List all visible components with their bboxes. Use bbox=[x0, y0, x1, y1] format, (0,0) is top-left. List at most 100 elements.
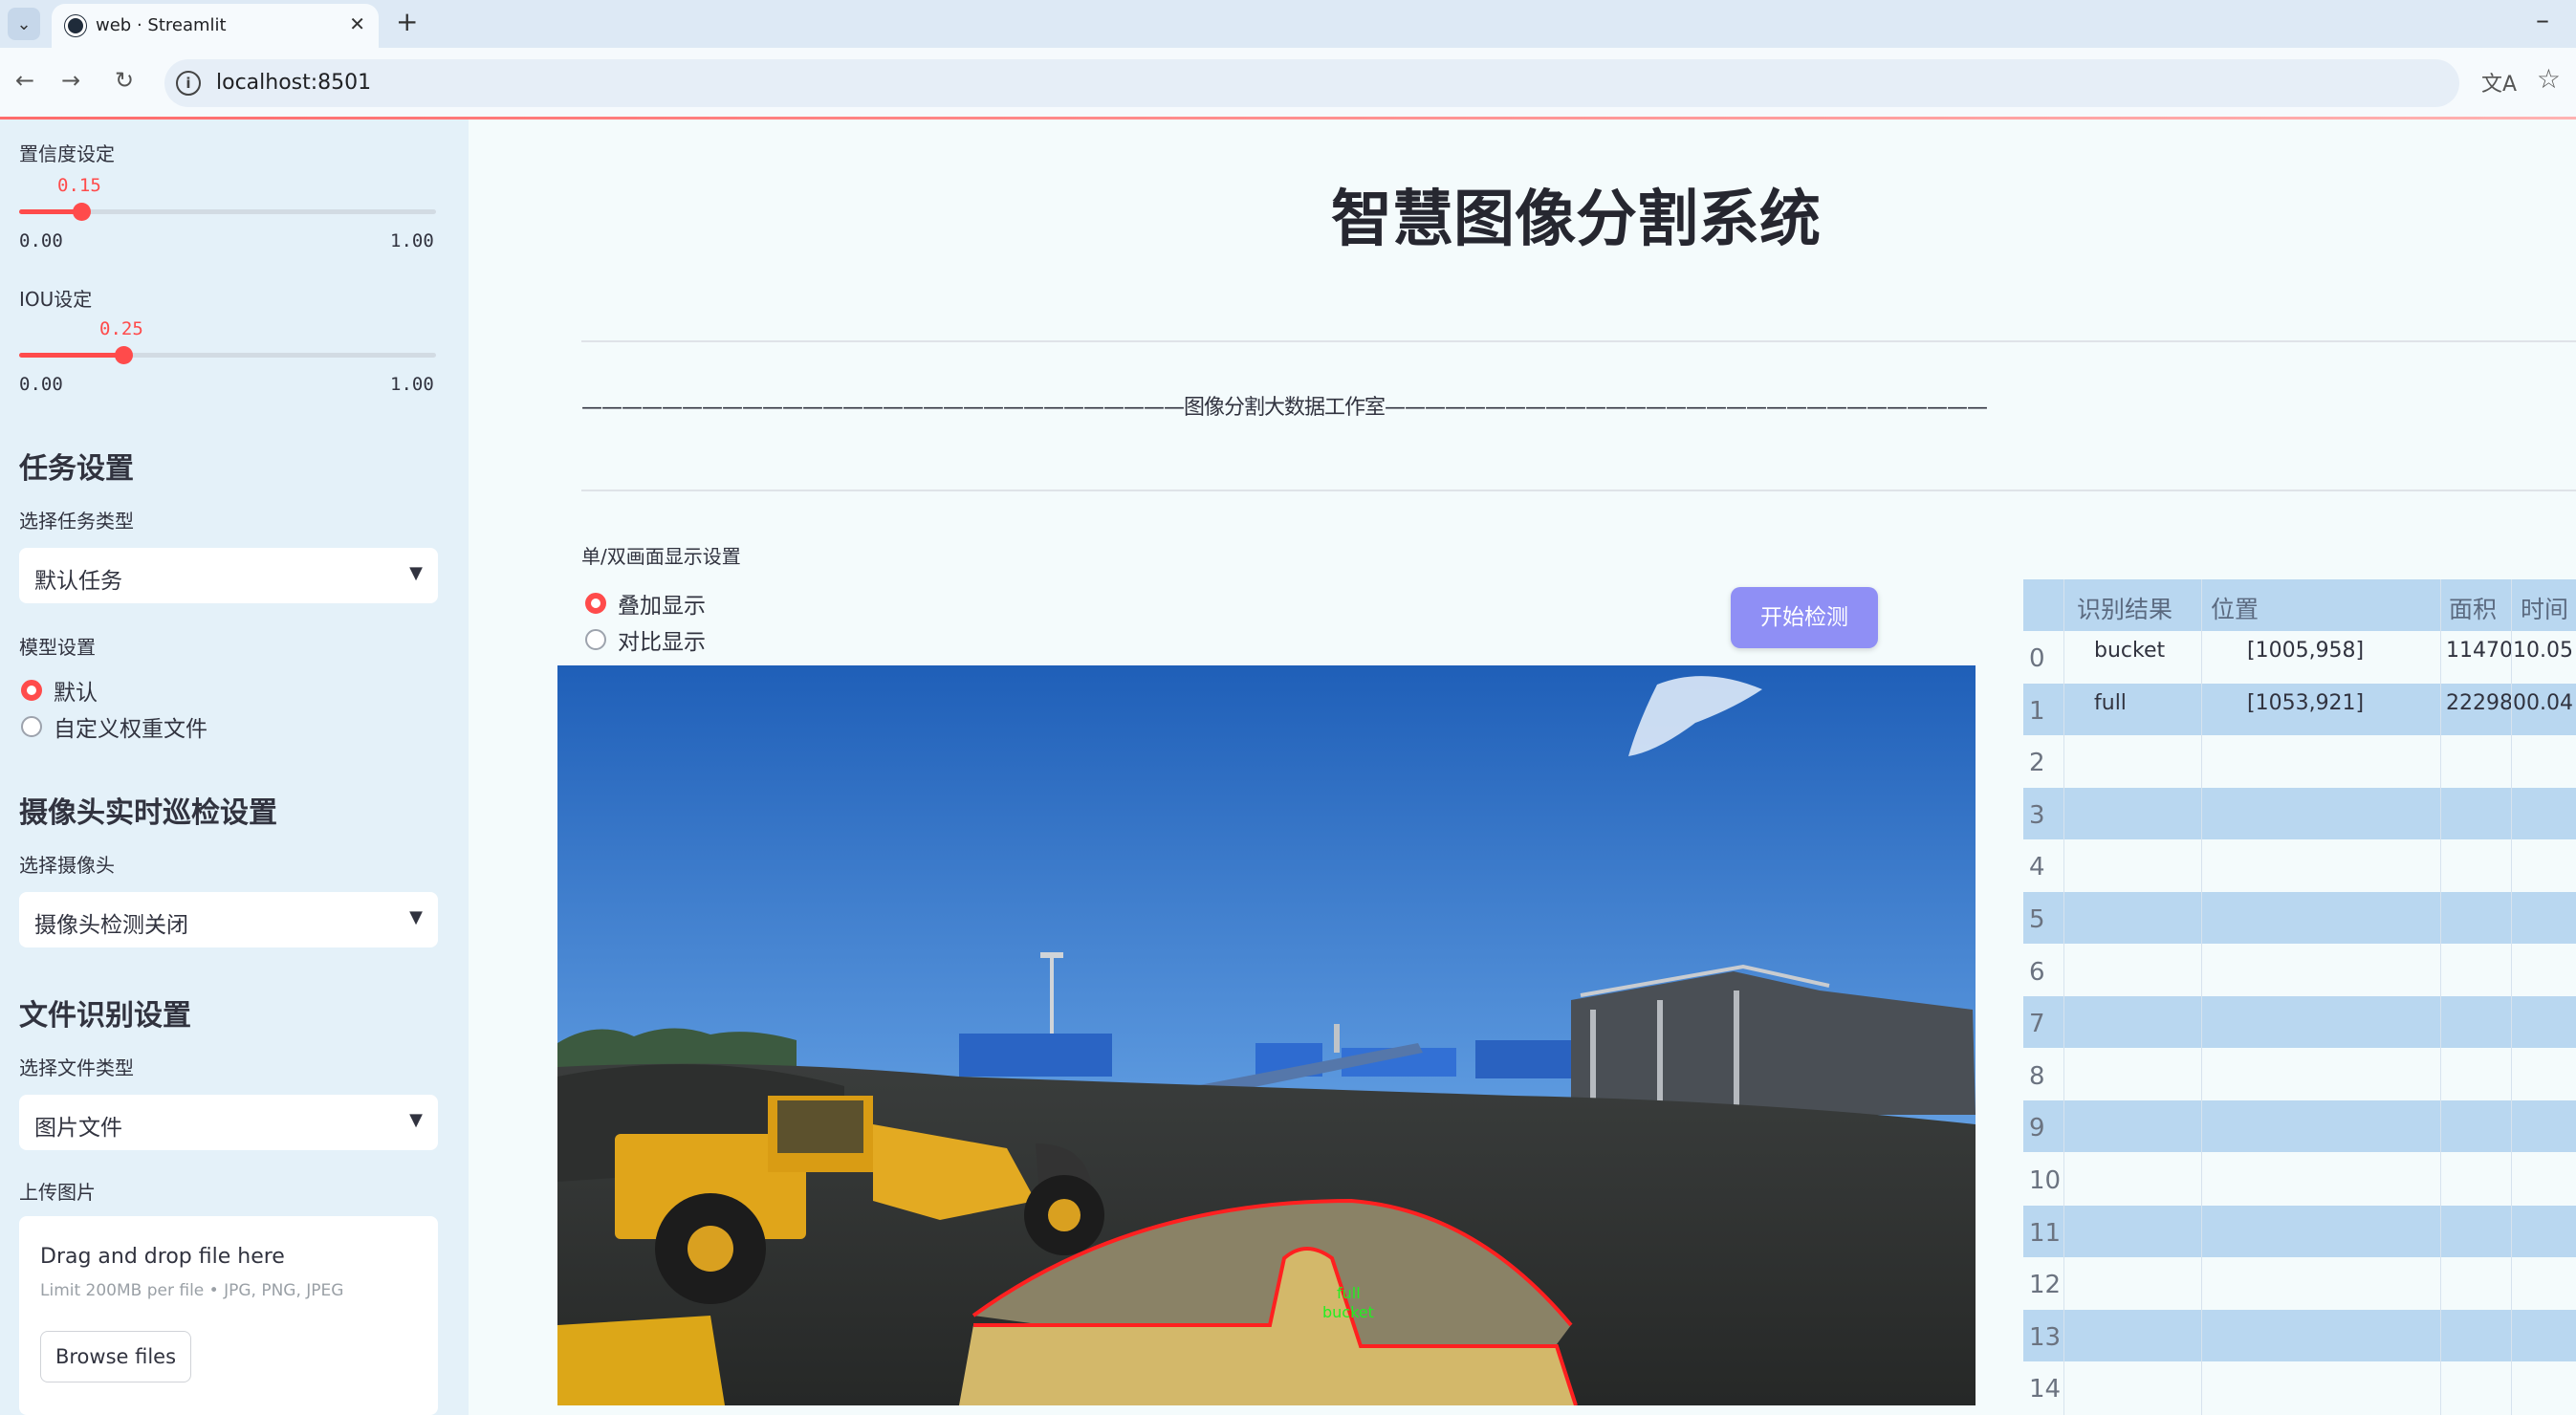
row-index: 5 bbox=[2029, 905, 2045, 934]
table-row[interactable]: 5 bbox=[2023, 892, 2576, 944]
row-index: 12 bbox=[2029, 1271, 2062, 1300]
table-row[interactable]: 2 bbox=[2023, 735, 2576, 788]
column-header-result[interactable]: 识别结果 bbox=[2077, 591, 2172, 625]
column-header-time[interactable]: 时间 bbox=[2521, 591, 2568, 625]
camera-heading: 摄像头实时巡检设置 bbox=[19, 796, 277, 830]
model-option-label: 自定义权重文件 bbox=[54, 717, 207, 742]
column-divider bbox=[2440, 579, 2441, 1415]
row-index: 3 bbox=[2029, 800, 2045, 830]
browse-files-button[interactable]: Browse files bbox=[40, 1331, 191, 1382]
column-divider bbox=[2201, 579, 2202, 1415]
radio-unselected-icon bbox=[21, 716, 42, 737]
iou-slider[interactable] bbox=[19, 346, 436, 364]
chevron-down-icon: ▼ bbox=[409, 563, 423, 583]
task-heading: 任务设置 bbox=[19, 452, 134, 486]
confidence-min: 0.00 bbox=[19, 230, 63, 251]
model-option-label: 默认 bbox=[54, 681, 98, 706]
upload-label: 上传图片 bbox=[19, 1181, 96, 1204]
row-index: 4 bbox=[2029, 853, 2045, 882]
divider bbox=[581, 490, 2576, 491]
back-icon[interactable]: ← bbox=[15, 67, 34, 94]
model-label: 模型设置 bbox=[19, 636, 96, 659]
camera-select[interactable]: 摄像头检测关闭 ▼ bbox=[19, 892, 438, 947]
display-option-label: 叠加显示 bbox=[618, 594, 706, 619]
camera-value: 摄像头检测关闭 bbox=[34, 913, 188, 938]
site-info-icon[interactable]: i bbox=[176, 71, 201, 96]
iou-label: IOU设定 bbox=[19, 288, 93, 311]
cell-position: [1053,921] bbox=[2247, 690, 2365, 715]
row-index: 6 bbox=[2029, 957, 2045, 987]
tab-title: web · Streamlit bbox=[96, 15, 227, 35]
column-header-area[interactable]: 面积 bbox=[2449, 591, 2497, 625]
table-row[interactable]: 9 bbox=[2023, 1100, 2576, 1153]
camera-label: 选择摄像头 bbox=[19, 854, 115, 877]
translate-icon[interactable]: 文A bbox=[2481, 67, 2517, 98]
detection-label-full: full bbox=[1337, 1284, 1361, 1302]
url-field[interactable]: i localhost:8501 bbox=[164, 59, 2459, 107]
confidence-value: 0.15 bbox=[57, 175, 101, 196]
file-type-select[interactable]: 图片文件 ▼ bbox=[19, 1095, 438, 1150]
confidence-max: 1.00 bbox=[390, 230, 434, 251]
table-row[interactable]: 3 bbox=[2023, 787, 2576, 839]
tab-close-icon[interactable]: ✕ bbox=[349, 12, 365, 35]
display-option-label: 对比显示 bbox=[618, 630, 706, 655]
row-index: 9 bbox=[2029, 1114, 2045, 1143]
table-row[interactable]: 7 bbox=[2023, 996, 2576, 1049]
scene-svg: full bucket bbox=[557, 665, 1976, 1405]
new-tab-button[interactable]: + bbox=[396, 6, 418, 37]
detection-label-bucket: bucket bbox=[1322, 1303, 1374, 1321]
table-row[interactable]: 13 bbox=[2023, 1309, 2576, 1361]
cell-position: [1005,958] bbox=[2247, 639, 2365, 663]
row-index: 13 bbox=[2029, 1322, 2062, 1352]
row-index: 1 bbox=[2029, 696, 2045, 726]
table-row[interactable]: 10 bbox=[2023, 1153, 2576, 1205]
browser-tab[interactable]: web · Streamlit ✕ bbox=[52, 4, 379, 48]
table-row[interactable]: 12 bbox=[2023, 1257, 2576, 1310]
page-title: 智慧图像分割系统 bbox=[1331, 185, 1821, 255]
tab-search-icon[interactable]: ⌄ bbox=[8, 8, 40, 40]
studio-banner: ——————————————————————————————图像分割大数据工作室… bbox=[581, 396, 1988, 420]
results-table[interactable]: 识别结果 位置 面积 时间 0 bucket [1005,958] 1147010.0… bbox=[2023, 579, 2576, 1415]
iou-min: 0.00 bbox=[19, 374, 63, 395]
confidence-slider[interactable] bbox=[19, 203, 436, 221]
table-row[interactable]: 4 bbox=[2023, 839, 2576, 892]
cell-result: bucket bbox=[2094, 639, 2166, 663]
bookmark-star-icon[interactable]: ☆ bbox=[2537, 63, 2561, 95]
display-mode-label: 单/双画面显示设置 bbox=[581, 545, 741, 568]
address-bar: ← → ↻ i localhost:8501 文A ☆ bbox=[0, 48, 2576, 119]
reload-icon[interactable]: ↻ bbox=[115, 67, 134, 94]
row-index: 11 bbox=[2029, 1218, 2062, 1248]
column-header-position[interactable]: 位置 bbox=[2211, 591, 2259, 625]
iou-value: 0.25 bbox=[99, 318, 143, 339]
radio-selected-icon bbox=[585, 593, 606, 614]
file-heading: 文件识别设置 bbox=[19, 999, 191, 1033]
cell-result: full bbox=[2094, 690, 2127, 715]
row-index: 10 bbox=[2029, 1166, 2062, 1195]
radio-selected-icon bbox=[21, 680, 42, 701]
streamlit-favicon-icon bbox=[65, 15, 86, 36]
table-row[interactable]: 14 bbox=[2023, 1361, 2576, 1414]
file-uploader-dropzone[interactable]: Drag and drop file here Limit 200MB per … bbox=[19, 1216, 438, 1415]
window-minimize-icon[interactable]: – bbox=[2536, 4, 2549, 35]
confidence-slider-thumb[interactable] bbox=[73, 203, 92, 221]
column-divider bbox=[2063, 579, 2064, 1415]
forward-icon[interactable]: → bbox=[61, 67, 80, 94]
row-index: 14 bbox=[2029, 1375, 2062, 1404]
radio-unselected-icon bbox=[585, 629, 606, 650]
row-index: 0 bbox=[2029, 644, 2045, 673]
column-divider bbox=[2511, 579, 2512, 1415]
iou-slider-thumb[interactable] bbox=[115, 346, 133, 364]
uploader-title: Drag and drop file here bbox=[40, 1245, 285, 1269]
start-detection-button[interactable]: 开始检测 bbox=[1731, 587, 1878, 648]
table-row[interactable]: 8 bbox=[2023, 1048, 2576, 1100]
detection-result-image: full bucket bbox=[557, 665, 1976, 1405]
task-type-select[interactable]: 默认任务 ▼ bbox=[19, 548, 438, 603]
cell-area: 2229800.04 bbox=[2446, 690, 2573, 715]
table-row[interactable]: 0 bucket [1005,958] 1147010.05 bbox=[2023, 631, 2576, 683]
chevron-down-icon: ▼ bbox=[409, 1110, 423, 1130]
table-header: 识别结果 位置 面积 时间 bbox=[2023, 579, 2576, 631]
confidence-label: 置信度设定 bbox=[19, 142, 115, 165]
table-row[interactable]: 6 bbox=[2023, 944, 2576, 996]
table-row[interactable]: 1 full [1053,921] 2229800.04 bbox=[2023, 683, 2576, 735]
table-row[interactable]: 11 bbox=[2023, 1205, 2576, 1257]
